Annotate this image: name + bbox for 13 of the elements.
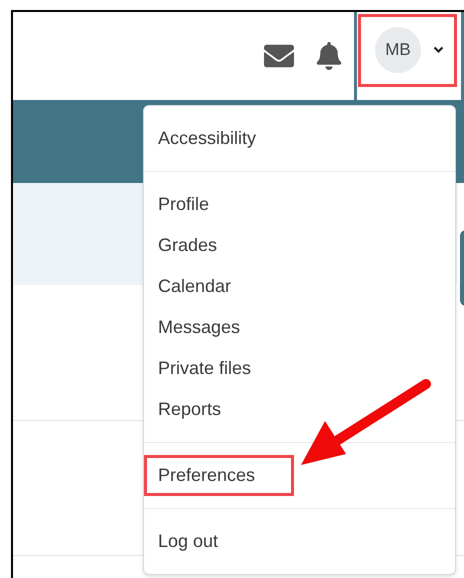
menu-item[interactable]: Calendar bbox=[144, 266, 294, 307]
user-avatar: MB bbox=[375, 27, 421, 73]
chevron-down-icon bbox=[433, 46, 444, 54]
menu-item[interactable]: Private files bbox=[144, 348, 294, 389]
menu-item[interactable]: Accessibility bbox=[144, 118, 294, 159]
menu-item[interactable]: Preferences bbox=[144, 455, 294, 496]
menu-item[interactable]: Messages bbox=[144, 307, 294, 348]
bell-icon[interactable] bbox=[315, 42, 343, 70]
user-menu-button[interactable]: MB bbox=[358, 14, 457, 86]
menu-item[interactable]: Profile bbox=[144, 184, 294, 225]
menu-item[interactable]: Grades bbox=[144, 225, 294, 266]
menu-item[interactable]: Reports bbox=[144, 389, 294, 430]
menu-item[interactable]: Log out bbox=[144, 521, 294, 562]
